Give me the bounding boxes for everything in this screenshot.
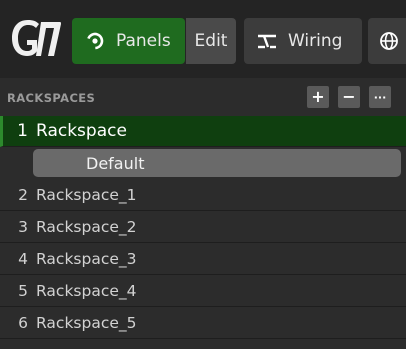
gp-logo-icon[interactable] — [8, 16, 64, 60]
rackspace-number: 2 — [18, 186, 28, 204]
panels-label: Panels — [116, 31, 171, 51]
rackspace-name: Rackspace_3 — [36, 250, 137, 268]
edit-button[interactable]: Edit — [186, 18, 236, 64]
rackspace-row[interactable]: 1 Rackspace — [0, 116, 406, 147]
rackspace-number: 1 — [17, 121, 28, 141]
panels-icon — [86, 32, 104, 50]
rackspace-number: 3 — [18, 218, 28, 236]
variation-label: Default — [86, 153, 145, 173]
rackspace-row[interactable]: 6 Rackspace_5 — [0, 308, 406, 339]
rackspace-number: 6 — [18, 314, 28, 332]
rackspace-row[interactable]: 2 Rackspace_1 — [0, 180, 406, 211]
wiring-icon — [258, 34, 276, 49]
rackspace-row[interactable]: 5 Rackspace_4 — [0, 276, 406, 307]
rackspace-number: 5 — [18, 282, 28, 300]
rackspaces-title: RACKSPACES — [7, 91, 96, 105]
globe-icon — [380, 32, 398, 50]
wiring-label: Wiring — [288, 31, 343, 51]
rackspace-name: Rackspace_2 — [36, 218, 137, 236]
toolbar: Panels Edit Wiring — [0, 0, 406, 78]
rackspace-row[interactable]: 3 Rackspace_2 — [0, 212, 406, 243]
rackspace-name: Rackspace — [36, 121, 127, 141]
remove-rackspace-button[interactable]: − — [338, 86, 360, 108]
list-empty-area — [0, 339, 406, 349]
add-rackspace-button[interactable]: + — [307, 86, 329, 108]
globe-button[interactable] — [368, 18, 406, 64]
more-options-button[interactable]: ··· — [369, 86, 391, 108]
rackspace-name: Rackspace_4 — [36, 282, 137, 300]
variation-default[interactable]: Default — [33, 149, 401, 177]
wiring-button[interactable]: Wiring — [244, 18, 362, 64]
rackspace-number: 4 — [18, 250, 28, 268]
rackspace-name: Rackspace_5 — [36, 314, 137, 332]
rackspace-row[interactable]: 4 Rackspace_3 — [0, 244, 406, 275]
panels-button[interactable]: Panels — [72, 18, 185, 64]
variation-row: Default — [0, 147, 406, 180]
edit-label: Edit — [194, 31, 228, 51]
rackspace-name: Rackspace_1 — [36, 186, 137, 204]
